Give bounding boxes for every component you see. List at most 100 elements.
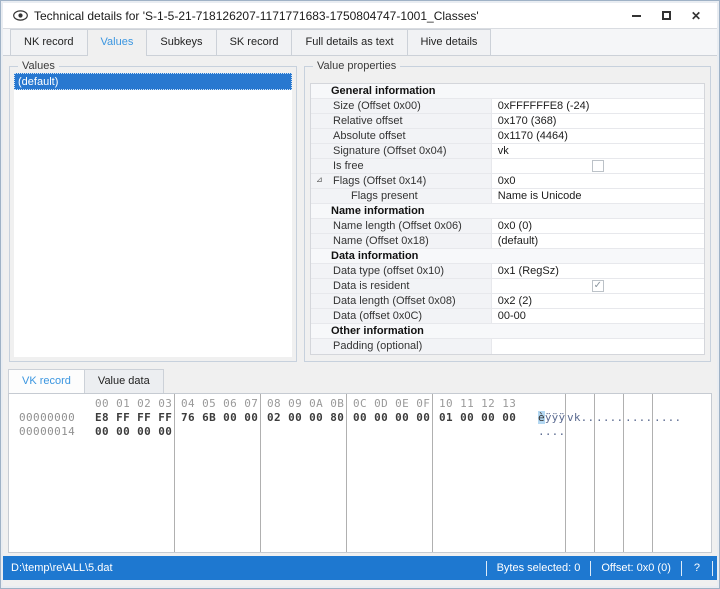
hex-viewer[interactable]: 00 01 02 0304 05 06 0708 09 0A 0B0C 0D 0… [8,393,712,553]
property-row-padding-optional[interactable]: Padding (optional) [311,339,704,354]
hex-row: 00000014 00 00 00 00.... [9,425,711,439]
property-section-header: Name information [311,204,704,219]
expander-icon[interactable]: ⊿ [316,175,323,184]
hex-offset: 00000014 [19,425,75,439]
hex-header-group: 00 01 02 03 [95,397,172,411]
ascii-group[interactable]: .... [625,411,652,425]
dialog-body: Values (default) Value properties Genera… [3,56,717,586]
property-label: Absolute offset [311,129,492,143]
status-separator [681,561,682,576]
property-value[interactable]: 0xFFFFFFE8 (-24) [492,99,704,113]
property-label: Name (Offset 0x18) [311,234,492,248]
property-row-absolute-offset[interactable]: Absolute offset0x1170 (4464) [311,129,704,144]
eye-icon [13,10,28,21]
property-label: Flags (Offset 0x14) [311,174,492,188]
property-row-relative-offset[interactable]: Relative offset0x170 (368) [311,114,704,129]
file-path: D:\temp\re\ALL\5.dat [3,562,113,574]
status-separator [486,561,487,576]
record-tab-strip: VK recordValue data [3,368,717,393]
tab-hive-details[interactable]: Hive details [407,29,492,55]
ascii-group[interactable]: èÿÿÿ [538,411,565,425]
section-title: Data information [311,249,704,263]
property-label: Signature (Offset 0x04) [311,144,492,158]
hex-column-header: 00 01 02 0304 05 06 0708 09 0A 0B0C 0D 0… [9,397,711,411]
ascii-group[interactable]: .... [654,411,681,425]
hex-byte-group[interactable]: 00 00 00 00 [353,411,430,425]
property-row-is-free[interactable]: Is free [311,159,704,174]
property-row-data-offset-0x0c[interactable]: Data (offset 0x0C)00-00 [311,309,704,324]
property-row-size-offset-0x00[interactable]: Size (Offset 0x00)0xFFFFFFE8 (-24) [311,99,704,114]
section-title: General information [311,84,704,98]
property-row-flags-present[interactable]: Flags presentName is Unicode [311,189,704,204]
property-row-name-offset-0x18[interactable]: Name (Offset 0x18)(default) [311,234,704,249]
values-list[interactable]: (default) [14,73,292,357]
value-properties-groupbox: Value properties General informationSize… [304,66,711,362]
property-value[interactable]: Name is Unicode [492,189,704,203]
hex-byte-group[interactable]: 76 6B 00 00 [181,411,258,425]
checkbox-unchecked[interactable] [592,160,604,172]
tab-subkeys[interactable]: Subkeys [146,29,216,55]
hex-byte-group[interactable]: E8 FF FF FF [95,411,172,425]
property-label: Relative offset [311,114,492,128]
property-row-name-length-offset-0x06[interactable]: Name length (Offset 0x06)0x0 (0) [311,219,704,234]
ascii-group[interactable]: .... [538,425,565,439]
property-value[interactable] [492,159,704,173]
maximize-button[interactable] [651,5,681,27]
property-label: Data type (offset 0x10) [311,264,492,278]
technical-details-dialog: Technical details for 'S-1-5-21-71812620… [0,0,720,589]
property-label: Data length (Offset 0x08) [311,294,492,308]
ascii-group[interactable]: .... [596,411,623,425]
tab-value-data[interactable]: Value data [84,369,164,393]
tab-nk-record[interactable]: NK record [10,29,88,55]
property-section-header: General information [311,84,704,99]
property-value[interactable]: (default) [492,234,704,248]
property-row-data-length-offset-0x08[interactable]: Data length (Offset 0x08)0x2 (2) [311,294,704,309]
hex-row: 00000000E8 FF FF FF76 6B 00 0002 00 00 8… [9,411,711,425]
hex-byte-group[interactable]: 00 00 00 00 [95,425,172,439]
property-value[interactable]: vk [492,144,704,158]
hex-header-group: 10 11 12 13 [439,397,516,411]
values-groupbox: Values (default) [9,66,297,362]
tab-values[interactable]: Values [87,29,148,56]
values-groupbox-label: Values [18,60,59,72]
property-value[interactable]: 0x170 (368) [492,114,704,128]
property-value[interactable]: 0x0 [492,174,704,188]
tab-full-details-as-text[interactable]: Full details as text [291,29,407,55]
tab-sk-record[interactable]: SK record [216,29,293,55]
property-value[interactable]: 0x1170 (4464) [492,129,704,143]
window-controls: ✕ [621,5,711,27]
hex-header-group: 08 09 0A 0B [267,397,344,411]
status-separator [590,561,591,576]
ascii-group[interactable]: vk.. [567,411,594,425]
hex-byte-group[interactable]: 01 00 00 00 [439,411,516,425]
property-value[interactable]: 0x0 (0) [492,219,704,233]
property-label: Data (offset 0x0C) [311,309,492,323]
value-list-item[interactable]: (default) [14,73,292,90]
property-value[interactable]: 00-00 [492,309,704,323]
offset-label: Offset: 0x0 (0) [601,562,671,574]
checkbox-checked[interactable]: ✓ [592,280,604,292]
minimize-button[interactable] [621,5,651,27]
property-label: Data is resident [311,279,492,293]
value-properties-groupbox-label: Value properties [313,60,400,72]
property-value[interactable]: 0x2 (2) [492,294,704,308]
property-row-data-type-offset-0x10[interactable]: Data type (offset 0x10)0x1 (RegSz) [311,264,704,279]
property-row-flags-offset-0x14[interactable]: ⊿Flags (Offset 0x14)0x0 [311,174,704,189]
status-bar: D:\temp\re\ALL\5.dat Bytes selected: 0 O… [3,556,717,580]
close-button[interactable]: ✕ [681,5,711,27]
property-label: Name length (Offset 0x06) [311,219,492,233]
property-label: Is free [311,159,492,173]
property-row-signature-offset-0x04[interactable]: Signature (Offset 0x04)vk [311,144,704,159]
property-label: Flags present [311,189,492,203]
hex-byte-group[interactable]: 02 00 00 80 [267,411,344,425]
property-value[interactable]: 0x1 (RegSz) [492,264,704,278]
section-title: Name information [311,204,704,218]
status-separator [712,561,713,576]
property-row-data-is-resident[interactable]: Data is resident ✓ [311,279,704,294]
window-title: Technical details for 'S-1-5-21-71812620… [34,9,479,23]
property-value[interactable] [492,339,704,354]
tab-vk-record[interactable]: VK record [8,369,85,393]
help-button[interactable]: ? [692,562,702,574]
property-value[interactable]: ✓ [492,279,704,293]
property-section-header: Data information [311,249,704,264]
